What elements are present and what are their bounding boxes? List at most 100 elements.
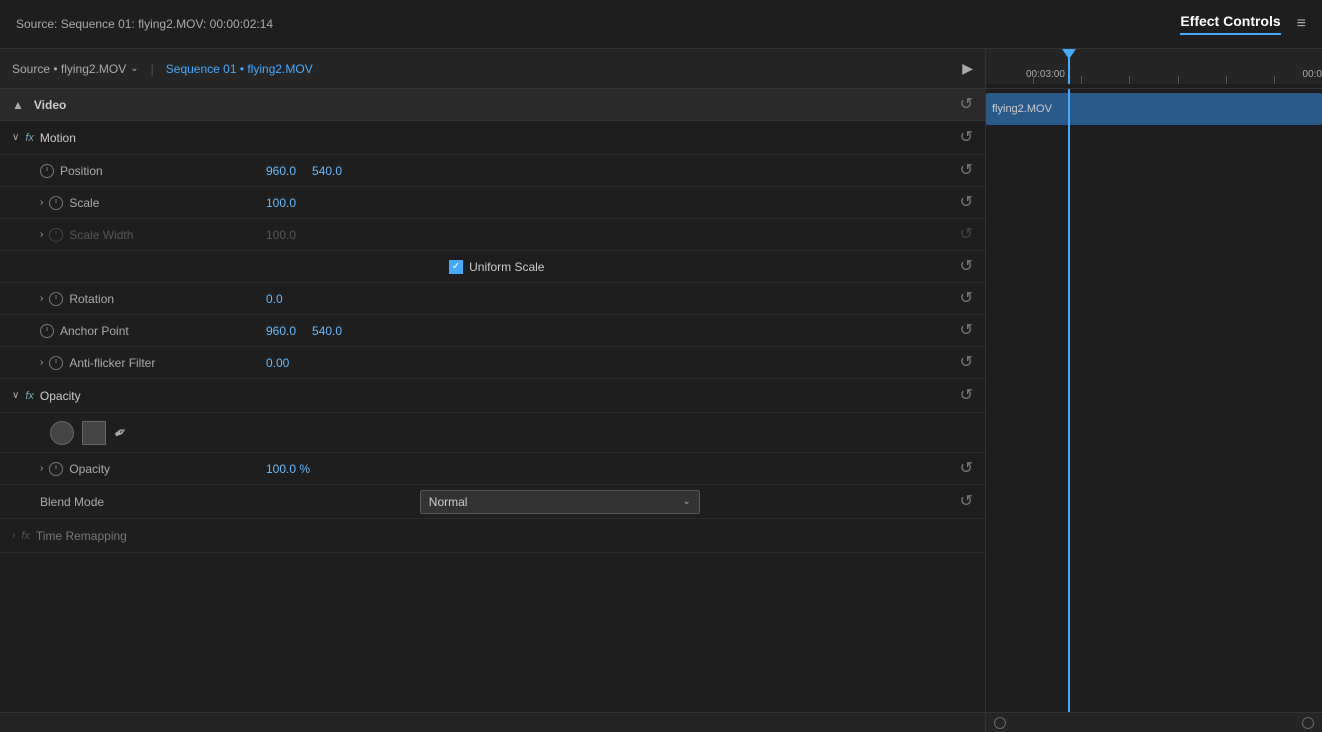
time-remap-label[interactable]: Time Remapping: [36, 529, 127, 543]
rotation-reset-button[interactable]: ↺: [960, 291, 973, 307]
timeline-ruler: 00:03:00 00:0: [986, 49, 1322, 84]
source-row: Source • flying2.MOV ⌄ | Sequence 01 • f…: [0, 49, 985, 89]
anchor-point-x-value[interactable]: 960.0: [266, 324, 296, 338]
source-tab[interactable]: Source • flying2.MOV ⌄: [12, 62, 139, 76]
time-remap-fx-badge: fx: [21, 530, 30, 542]
video-section-title: Video: [34, 98, 66, 112]
scale-right: ↺: [960, 195, 973, 211]
position-label: Position: [60, 164, 103, 178]
scale-width-right: ↺: [960, 227, 973, 243]
uniform-scale-row: ✓ Uniform Scale ↺: [0, 251, 985, 283]
opacity-value-label: Opacity: [69, 462, 110, 476]
motion-label[interactable]: Motion: [40, 131, 76, 145]
anti-flicker-value[interactable]: 0.00: [266, 356, 289, 370]
left-panel-bottom-bar: [0, 712, 985, 732]
rotation-row: › Rotation 0.0 ↺: [0, 283, 985, 315]
opacity-header: ∨ fx Opacity ↺: [0, 379, 985, 413]
video-collapse-arrow[interactable]: ▲: [12, 98, 24, 112]
opacity-value-left: › Opacity: [40, 462, 240, 476]
rotation-stopwatch-icon[interactable]: [49, 292, 63, 306]
position-row: Position 960.0 540.0 ↺: [0, 155, 985, 187]
scroll-circle-right[interactable]: [1302, 717, 1314, 729]
opacity-reset-button[interactable]: ↺: [960, 388, 973, 404]
uniform-scale-reset-button[interactable]: ↺: [960, 259, 973, 275]
checkmark-icon: ✓: [452, 261, 460, 272]
opacity-fx-badge: fx: [25, 390, 34, 402]
source-label: Source: Sequence 01: flying2.MOV: 00:00:…: [16, 17, 273, 31]
motion-group: ∨ fx Motion ↺ Position 960.0 540.0 ↺: [0, 121, 985, 379]
motion-fx-badge: fx: [25, 132, 34, 144]
chevron-down-icon[interactable]: ⌄: [130, 63, 138, 74]
motion-reset-button[interactable]: ↺: [960, 130, 973, 146]
scale-width-label: Scale Width: [69, 228, 133, 242]
blend-mode-right: ↺: [960, 494, 973, 510]
dropdown-arrow-icon: ⌄: [682, 496, 690, 507]
pen-tool[interactable]: ✒: [110, 420, 132, 444]
opacity-stopwatch-icon[interactable]: [49, 462, 63, 476]
scale-width-collapse[interactable]: ›: [40, 229, 43, 240]
scale-stopwatch-icon[interactable]: [49, 196, 63, 210]
scale-reset-button[interactable]: ↺: [960, 195, 973, 211]
scroll-circle-left[interactable]: [994, 717, 1006, 729]
anti-flicker-stopwatch-icon[interactable]: [49, 356, 63, 370]
motion-header-left: ∨ fx Motion: [12, 131, 76, 145]
video-section-header: ▲ Video ↺: [0, 89, 985, 121]
anti-flicker-label: Anti-flicker Filter: [69, 356, 155, 370]
opacity-value-collapse[interactable]: ›: [40, 463, 43, 474]
scale-value[interactable]: 100.0: [266, 196, 296, 210]
scale-width-value: 100.0: [266, 228, 296, 242]
uniform-scale-checkbox[interactable]: ✓: [449, 260, 463, 274]
time-remap-left: › fx Time Remapping: [12, 529, 127, 543]
menu-icon[interactable]: ≡: [1297, 15, 1306, 33]
scale-collapse-arrow[interactable]: ›: [40, 197, 43, 208]
anchor-point-reset-button[interactable]: ↺: [960, 323, 973, 339]
play-button[interactable]: ▶: [962, 60, 973, 77]
position-x-value[interactable]: 960.0: [266, 164, 296, 178]
rotation-value[interactable]: 0.0: [266, 292, 283, 306]
scale-width-reset-button[interactable]: ↺: [960, 227, 973, 243]
scale-values: 100.0: [246, 196, 954, 210]
motion-collapse-arrow[interactable]: ∨: [12, 132, 19, 143]
opacity-label[interactable]: Opacity: [40, 389, 81, 403]
opacity-value-row: › Opacity 100.0 % ↺: [0, 453, 985, 485]
anti-flicker-left: › Anti-flicker Filter: [40, 356, 240, 370]
anchor-point-row: Anchor Point 960.0 540.0 ↺: [0, 315, 985, 347]
ellipse-tool[interactable]: [50, 421, 74, 445]
video-reset-button[interactable]: ↺: [960, 97, 973, 113]
position-y-value[interactable]: 540.0: [312, 164, 342, 178]
position-reset-button[interactable]: ↺: [960, 163, 973, 179]
anti-flicker-reset-button[interactable]: ↺: [960, 355, 973, 371]
sequence-tab[interactable]: Sequence 01 • flying2.MOV: [166, 62, 313, 76]
opacity-value[interactable]: 100.0 %: [266, 462, 310, 476]
position-values: 960.0 540.0: [246, 164, 954, 178]
position-stopwatch-icon[interactable]: [40, 164, 54, 178]
blend-mode-reset-button[interactable]: ↺: [960, 494, 973, 510]
opacity-values: 100.0 %: [246, 462, 954, 476]
opacity-header-left: ∨ fx Opacity: [12, 389, 81, 403]
rotation-collapse-arrow[interactable]: ›: [40, 293, 43, 304]
effect-controls-tab[interactable]: Effect Controls: [1180, 13, 1280, 35]
scale-left: › Scale: [40, 196, 240, 210]
rotation-label: Rotation: [69, 292, 114, 306]
left-panel: Source • flying2.MOV ⌄ | Sequence 01 • f…: [0, 49, 985, 732]
rotation-left: › Rotation: [40, 292, 240, 306]
blend-mode-dropdown[interactable]: Normal ⌄: [420, 490, 700, 514]
playhead-triangle: [1062, 49, 1076, 59]
timeline-clip[interactable]: flying2.MOV: [986, 93, 1322, 125]
scale-label: Scale: [69, 196, 99, 210]
anchor-point-y-value[interactable]: 540.0: [312, 324, 342, 338]
position-right: ↺: [960, 163, 973, 179]
blend-mode-row: Blend Mode Normal ⌄ ↺: [0, 485, 985, 519]
rotation-values: 0.0: [246, 292, 954, 306]
rectangle-tool[interactable]: [82, 421, 106, 445]
rotation-right: ↺: [960, 291, 973, 307]
timeline-ruler-header: 00:03:00 00:0: [986, 49, 1322, 89]
motion-header: ∨ fx Motion ↺: [0, 121, 985, 155]
opacity-collapse-arrow[interactable]: ∨: [12, 390, 19, 401]
anchor-point-stopwatch-icon[interactable]: [40, 324, 54, 338]
anti-flicker-collapse[interactable]: ›: [40, 357, 43, 368]
opacity-value-reset-button[interactable]: ↺: [960, 461, 973, 477]
position-left: Position: [40, 164, 240, 178]
blend-mode-value: Normal: [429, 495, 468, 509]
anchor-point-right: ↺: [960, 323, 973, 339]
